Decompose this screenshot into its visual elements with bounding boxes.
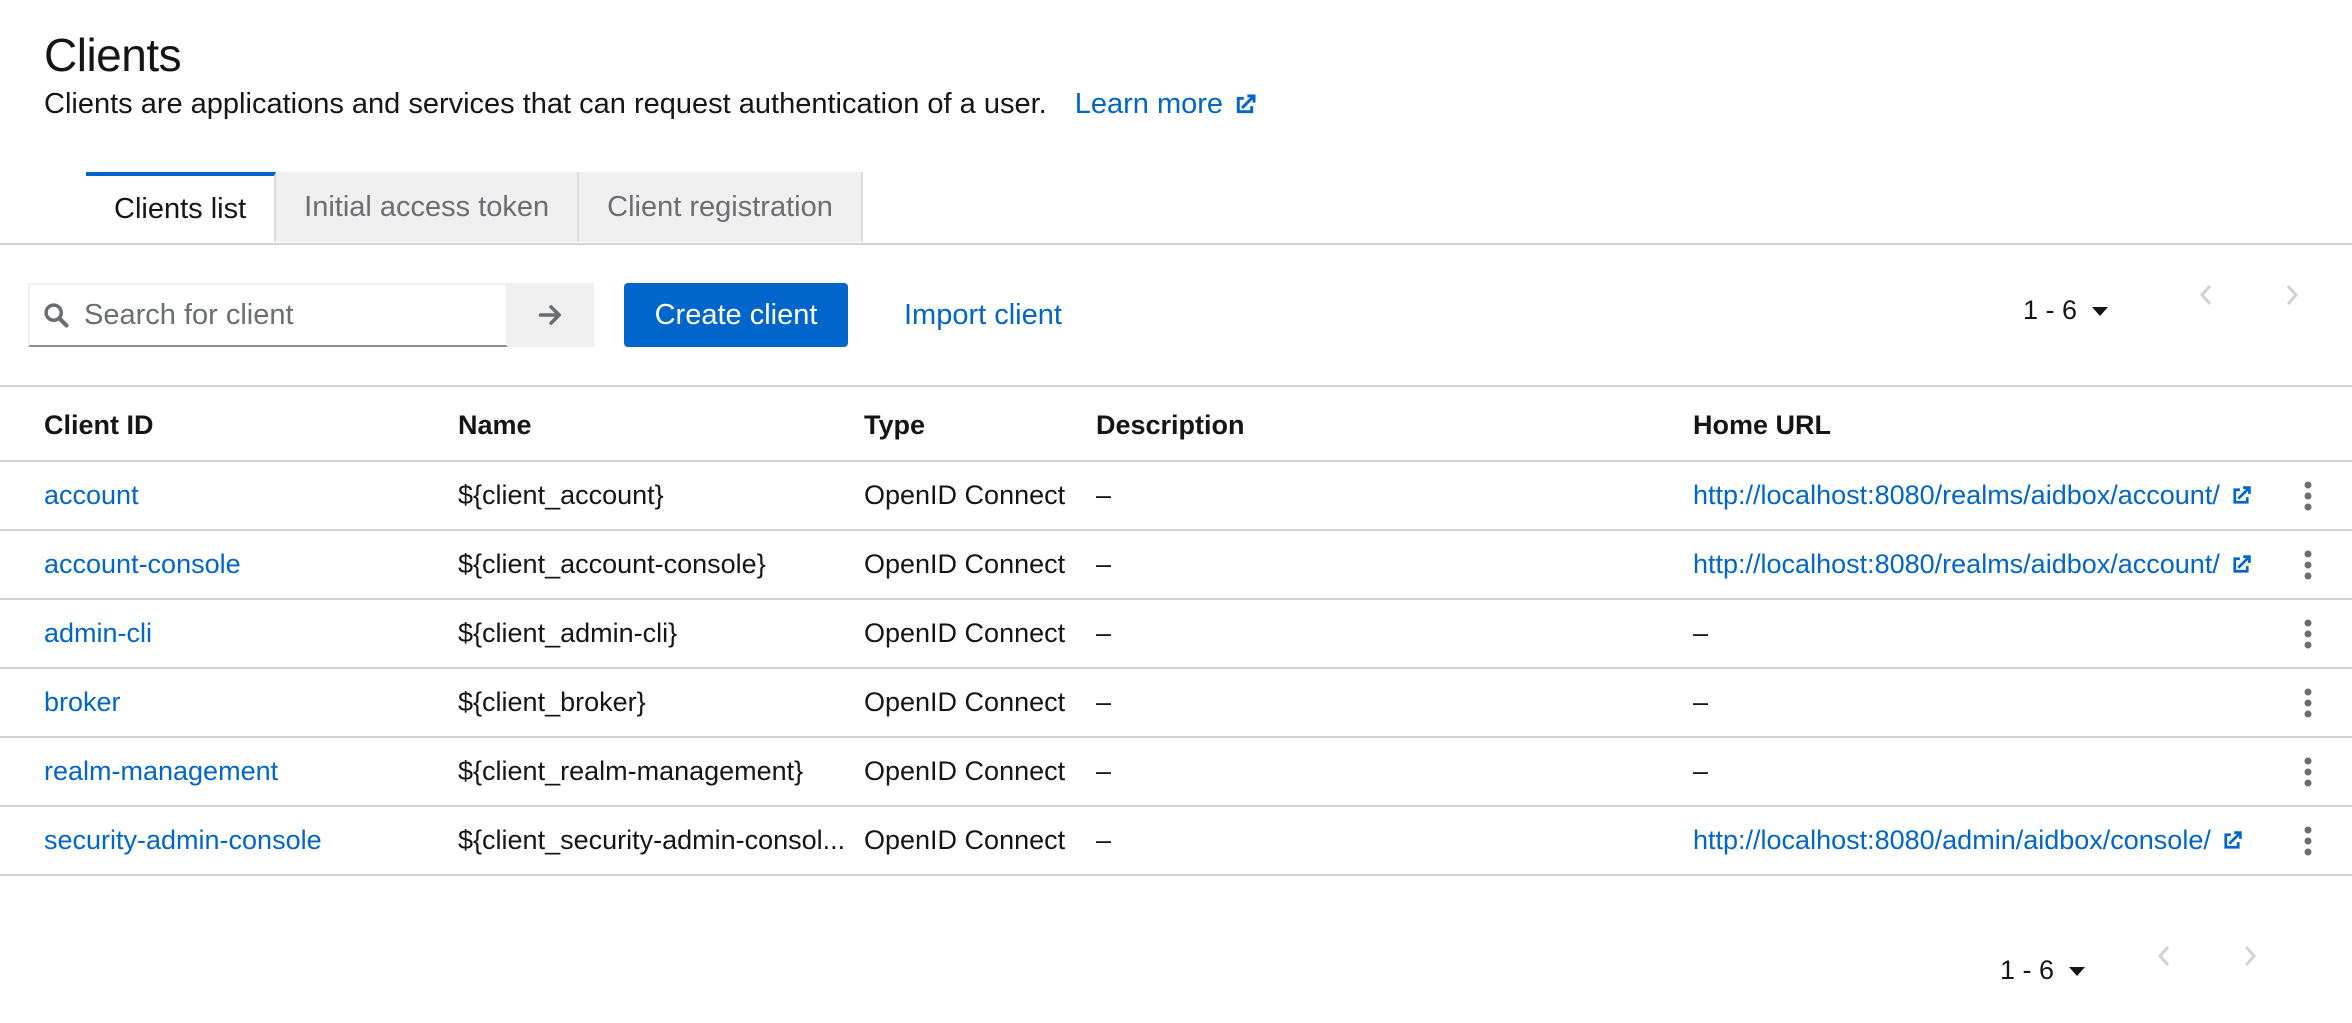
client-description: – xyxy=(1096,549,1112,579)
toolbar: Create client Import client 1 - 6 xyxy=(28,283,2328,349)
pagination-range: 1 - 6 xyxy=(2023,295,2078,325)
client-id-link[interactable]: security-admin-console xyxy=(44,807,322,874)
client-description: – xyxy=(1096,618,1112,648)
caret-down-icon xyxy=(2092,306,2109,316)
arrow-right-icon xyxy=(538,305,561,325)
home-url-link[interactable]: http://localhost:8080/realms/aidbox/acco… xyxy=(1693,531,2254,598)
external-link-icon xyxy=(2233,485,2251,504)
table-divider xyxy=(0,385,2352,387)
client-id-link[interactable]: account-console xyxy=(44,531,241,598)
chevron-left-icon xyxy=(2199,285,2212,305)
tab-client-registration[interactable]: Client registration xyxy=(579,172,863,242)
client-id-link[interactable]: admin-cli xyxy=(44,600,152,667)
table-row: security-admin-console ${client_security… xyxy=(0,807,2352,876)
pagination-toggle[interactable]: 1 - 6 xyxy=(2000,955,2086,986)
pagination-range: 1 - 6 xyxy=(2000,955,2055,985)
client-type: OpenID Connect xyxy=(864,549,1066,579)
external-link-icon xyxy=(1236,94,1256,113)
client-name: ${client_realm-management} xyxy=(458,756,804,786)
client-name: ${client_security-admin-consol... xyxy=(458,825,846,855)
import-client-button[interactable]: Import client xyxy=(904,283,1062,347)
search-submit-button[interactable] xyxy=(508,283,594,347)
row-actions-kebab[interactable] xyxy=(2292,531,2324,598)
client-name: ${client_account} xyxy=(458,480,664,510)
tab-initial-access-token[interactable]: Initial access token xyxy=(276,172,580,242)
home-url-empty: – xyxy=(1693,687,1709,717)
chevron-left-icon xyxy=(2157,946,2170,966)
top-pagination: 1 - 6 xyxy=(2023,295,2109,326)
learn-more-label: Learn more xyxy=(1074,88,1224,120)
tab-clients-list[interactable]: Clients list xyxy=(86,172,277,242)
kebab-icon xyxy=(2304,619,2312,648)
kebab-icon xyxy=(2304,757,2312,786)
home-url-text: http://localhost:8080/realms/aidbox/acco… xyxy=(1693,549,2220,579)
table-row: account-console ${client_account-console… xyxy=(0,531,2352,600)
client-id-link[interactable]: broker xyxy=(44,669,121,736)
tabs-divider xyxy=(0,243,2352,245)
client-name: ${client_admin-cli} xyxy=(458,618,678,648)
client-name: ${client_broker} xyxy=(458,687,646,717)
column-header-home-url: Home URL xyxy=(1693,409,1832,440)
home-url-link[interactable]: http://localhost:8080/realms/aidbox/acco… xyxy=(1693,462,2254,529)
table-row: broker ${client_broker} OpenID Connect –… xyxy=(0,669,2352,738)
external-link-icon xyxy=(2224,830,2242,849)
table-row: realm-management ${client_realm-manageme… xyxy=(0,738,2352,807)
row-actions-kebab[interactable] xyxy=(2292,738,2324,805)
previous-page-button[interactable] xyxy=(2186,275,2226,315)
chevron-right-icon xyxy=(2244,946,2257,966)
next-page-button[interactable] xyxy=(2272,275,2312,315)
client-description: – xyxy=(1096,687,1112,717)
external-link-icon xyxy=(2233,554,2251,573)
kebab-icon xyxy=(2304,550,2312,579)
table-row: admin-cli ${client_admin-cli} OpenID Con… xyxy=(0,600,2352,669)
pagination-toggle[interactable]: 1 - 6 xyxy=(2023,295,2109,326)
search-input[interactable] xyxy=(82,297,486,333)
client-name: ${client_account-console} xyxy=(458,549,766,579)
column-header-name: Name xyxy=(458,409,532,440)
previous-page-button[interactable] xyxy=(2144,936,2184,976)
kebab-icon xyxy=(2304,688,2312,717)
row-actions-kebab[interactable] xyxy=(2292,600,2324,667)
next-page-button[interactable] xyxy=(2230,936,2270,976)
kebab-icon xyxy=(2304,826,2312,855)
home-url-text: http://localhost:8080/realms/aidbox/acco… xyxy=(1693,480,2220,510)
column-header-client-id: Client ID xyxy=(44,409,154,440)
client-type: OpenID Connect xyxy=(864,687,1066,717)
column-header-description: Description xyxy=(1096,409,1245,440)
client-description: – xyxy=(1096,480,1112,510)
chevron-right-icon xyxy=(2286,285,2299,305)
home-url-link[interactable]: http://localhost:8080/admin/aidbox/conso… xyxy=(1693,807,2245,874)
page-subtitle: Clients are applications and services th… xyxy=(44,88,1047,120)
search-box xyxy=(28,283,508,347)
home-url-empty: – xyxy=(1693,618,1709,648)
home-url-text: http://localhost:8080/admin/aidbox/conso… xyxy=(1693,825,2211,855)
create-client-button[interactable]: Create client xyxy=(624,283,848,347)
row-actions-kebab[interactable] xyxy=(2292,462,2324,529)
row-actions-kebab[interactable] xyxy=(2292,807,2324,874)
client-type: OpenID Connect xyxy=(864,756,1066,786)
learn-more-link[interactable]: Learn more xyxy=(1075,88,1259,121)
home-url-empty: – xyxy=(1693,756,1709,786)
client-description: – xyxy=(1096,825,1112,855)
client-id-link[interactable]: account xyxy=(44,462,139,529)
caret-down-icon xyxy=(2069,966,2086,976)
row-actions-kebab[interactable] xyxy=(2292,669,2324,736)
bottom-pagination: 1 - 6 xyxy=(2000,955,2086,986)
client-id-link[interactable]: realm-management xyxy=(44,738,278,805)
client-type: OpenID Connect xyxy=(864,618,1066,648)
client-description: – xyxy=(1096,756,1112,786)
table-header: Client ID Name Type Description Home URL xyxy=(0,390,2352,462)
column-header-type: Type xyxy=(864,409,926,440)
client-type: OpenID Connect xyxy=(864,825,1066,855)
page-description: Clients are applications and services th… xyxy=(44,88,1259,121)
search-icon xyxy=(44,303,69,328)
table-row: account ${client_account} OpenID Connect… xyxy=(0,462,2352,531)
kebab-icon xyxy=(2304,481,2312,510)
client-type: OpenID Connect xyxy=(864,480,1066,510)
tab-bar: Clients list Initial access token Client… xyxy=(86,172,863,242)
page-title: Clients xyxy=(44,29,182,81)
